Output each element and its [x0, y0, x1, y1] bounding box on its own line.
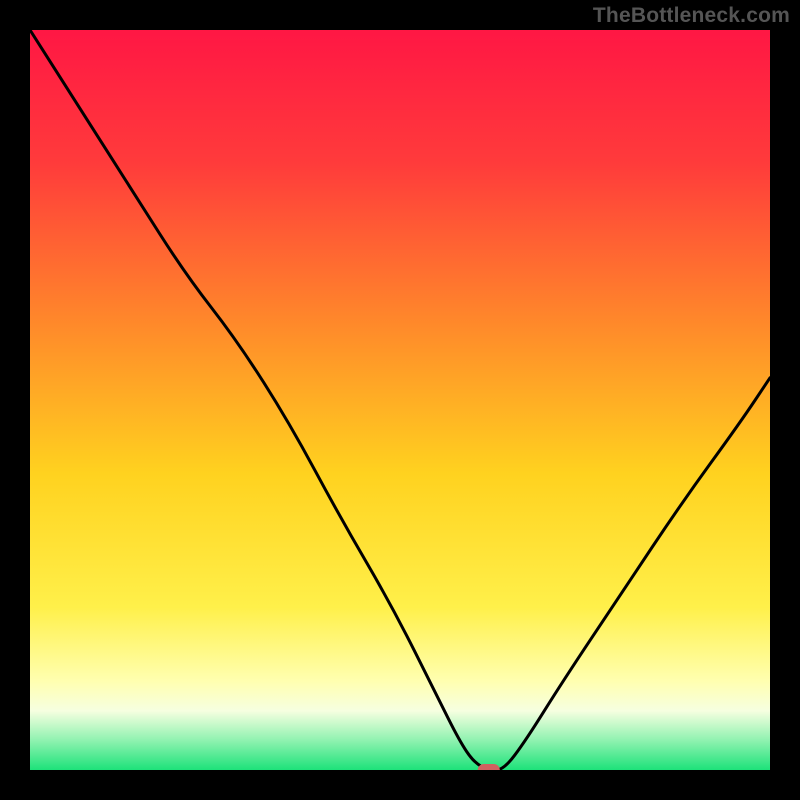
chart-frame: TheBottleneck.com — [0, 0, 800, 800]
optimum-marker — [478, 764, 500, 770]
watermark-text: TheBottleneck.com — [593, 4, 790, 28]
bottleneck-chart — [30, 30, 770, 770]
gradient-background — [30, 30, 770, 770]
plot-area — [30, 30, 770, 770]
